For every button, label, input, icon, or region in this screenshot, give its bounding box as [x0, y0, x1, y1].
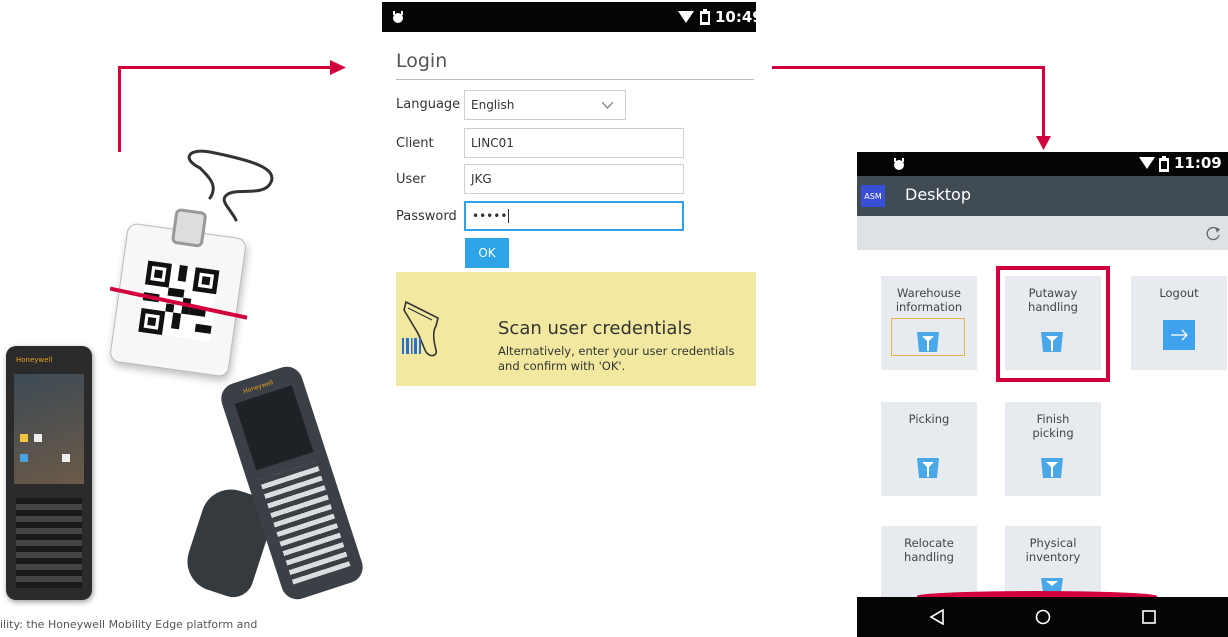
logout-arrow-icon: [1163, 320, 1195, 350]
flow-line-up: [118, 68, 121, 152]
language-value: English: [471, 98, 515, 112]
scan-text-line-2: and confirm with 'OK'.: [498, 359, 626, 373]
mobile-computer-device: Honeywell: [6, 346, 92, 600]
language-select[interactable]: English: [464, 90, 626, 120]
android-debug-icon: [894, 158, 904, 170]
putaway-highlight-frame: [996, 266, 1110, 382]
scan-heading: Scan user credentials: [498, 318, 692, 339]
box-arrows-icon: [917, 458, 939, 478]
status-time: 10:49: [715, 8, 763, 26]
title-divider: [396, 79, 754, 80]
refresh-icon[interactable]: [1205, 225, 1221, 241]
scanner-screen: [234, 385, 314, 471]
app-title: Desktop: [905, 185, 971, 204]
language-label: Language: [396, 97, 461, 112]
back-icon[interactable]: [929, 609, 945, 625]
user-value: JKG: [471, 172, 492, 186]
device-keypad: [16, 498, 82, 588]
desktop-status-bar: 11:09: [857, 152, 1228, 176]
login-screen: 10:49 Login Language English Client LINC…: [382, 2, 763, 402]
id-badge: [108, 207, 248, 378]
app-bar: ASM Desktop: [857, 176, 1228, 216]
client-field[interactable]: LINC01: [464, 128, 684, 158]
box-arrows-icon: [1041, 458, 1063, 478]
box-arrows-icon: [1041, 578, 1063, 592]
asm-logo: ASM: [861, 185, 885, 207]
scan-text-line-1: Alternatively, enter your user credentia…: [498, 344, 735, 358]
wifi-icon: [678, 11, 694, 23]
tile-picking[interactable]: Picking: [881, 402, 977, 496]
android-debug-icon: [393, 11, 403, 23]
badge-clip: [170, 207, 208, 248]
desktop-screen: 11:09 ASM Desktop Warehouse information …: [857, 152, 1228, 637]
user-label: User: [396, 172, 426, 187]
flow-line-right: [772, 66, 1045, 69]
device-brand-label: Honeywell: [16, 356, 53, 364]
caption-text: ility: the Honeywell Mobility Edge platf…: [0, 618, 258, 631]
arrow-right-icon: [330, 60, 346, 75]
toolbar: [857, 216, 1228, 250]
scan-credentials-panel: Scan user credentials Alternatively, ent…: [396, 272, 756, 386]
password-label: Password: [396, 209, 457, 224]
text-cursor: [508, 209, 510, 223]
scanner-keypad: [259, 461, 351, 585]
handheld-scanner-device: Honeywell: [179, 362, 370, 604]
client-value: LINC01: [471, 136, 514, 150]
wifi-icon: [1139, 157, 1155, 169]
password-value: •••••: [472, 209, 508, 223]
device-screen: [14, 374, 84, 484]
login-title: Login: [396, 50, 448, 72]
tile-warehouse-information[interactable]: Warehouse information: [881, 276, 977, 370]
desktop-status-time: 11:09: [1174, 154, 1222, 172]
password-field[interactable]: •••••: [464, 201, 684, 231]
android-nav-bar: [857, 597, 1228, 637]
arrow-down-icon: [1036, 136, 1051, 150]
client-label: Client: [396, 136, 434, 151]
tile-logout[interactable]: Logout: [1131, 276, 1227, 370]
status-bar: 10:49: [382, 2, 763, 32]
recents-icon[interactable]: [1141, 609, 1157, 625]
home-icon[interactable]: [1035, 609, 1051, 625]
barcode-scanner-icon: [402, 300, 439, 357]
box-arrows-icon: [917, 332, 939, 352]
battery-icon: [1159, 156, 1169, 172]
battery-icon: [700, 9, 710, 25]
user-field[interactable]: JKG: [464, 164, 684, 194]
flow-line-down: [1042, 66, 1045, 138]
flow-line-top: [118, 66, 334, 69]
ok-button[interactable]: OK: [465, 238, 509, 268]
chevron-down-icon: [602, 102, 613, 109]
tile-finish-picking[interactable]: Finish picking: [1005, 402, 1101, 496]
